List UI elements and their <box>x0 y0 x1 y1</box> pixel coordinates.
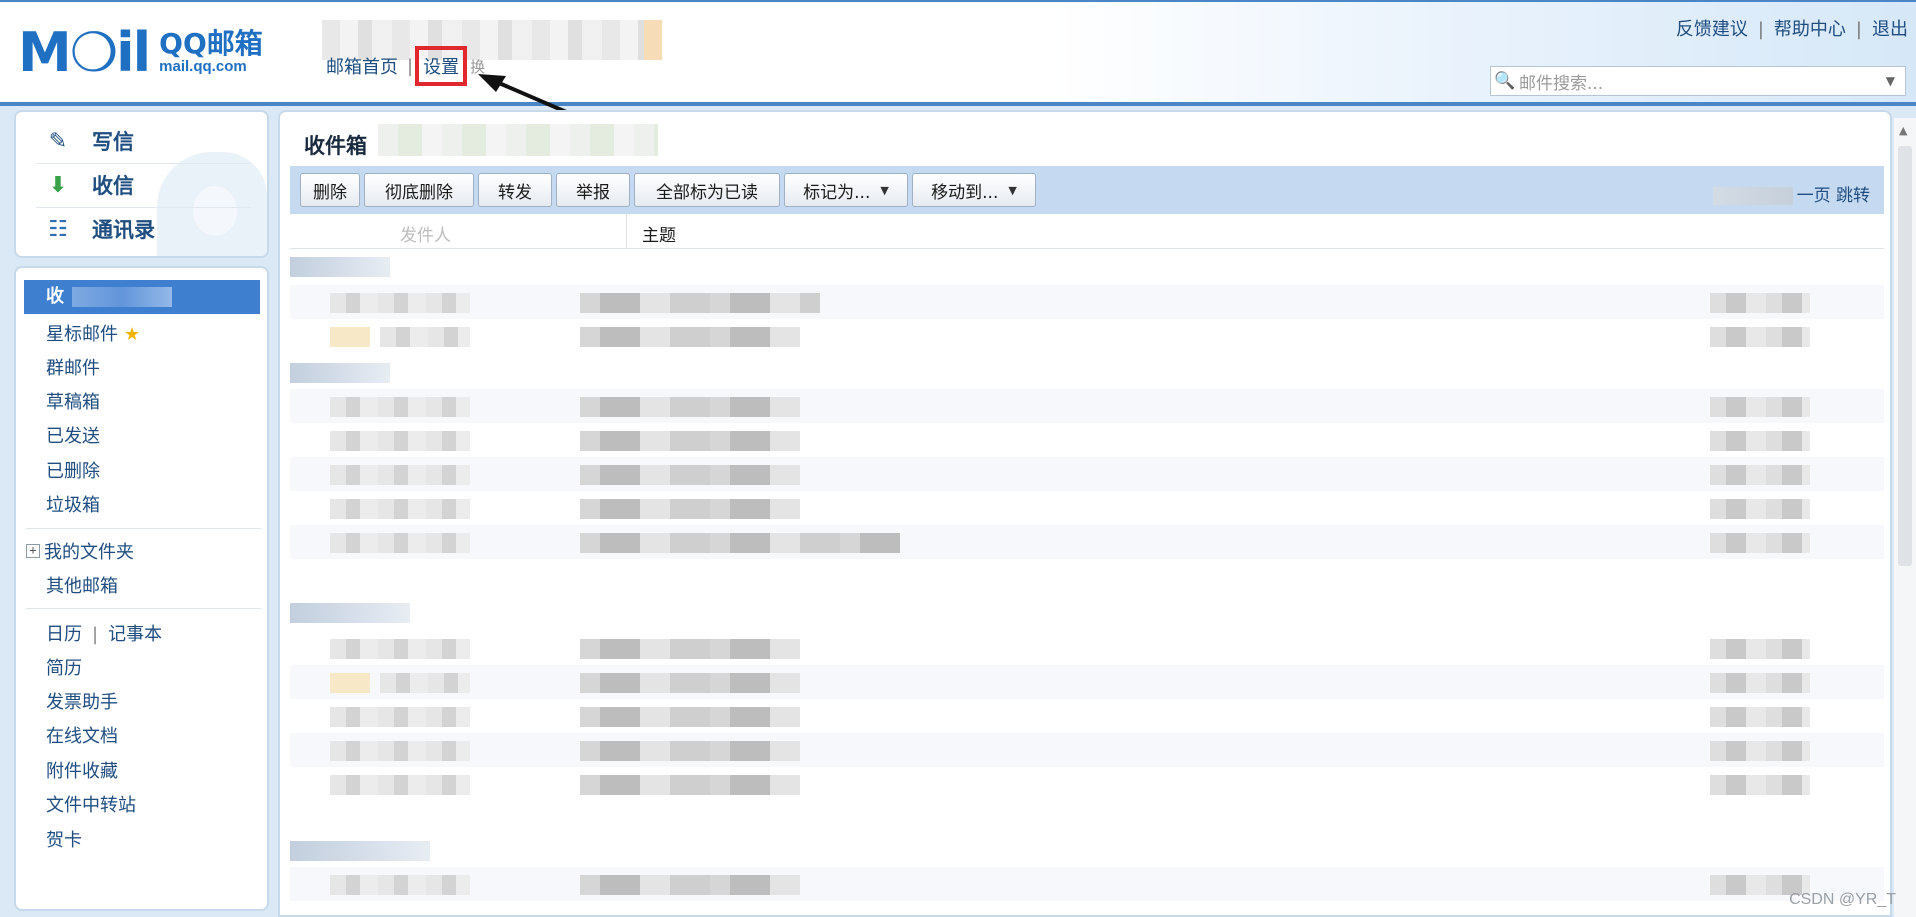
table-row[interactable] <box>290 389 1884 423</box>
table-row[interactable] <box>290 733 1884 767</box>
receive-mail-button[interactable]: ⬇ 收信 <box>42 170 134 200</box>
logo-title: QQ邮箱 <box>159 27 263 61</box>
attachment-favorites-link[interactable]: 附件收藏 <box>46 757 118 783</box>
folder-other-mailboxes[interactable]: 其他邮箱 <box>46 572 118 598</box>
search-placeholder: 邮件搜索... <box>1519 73 1604 94</box>
page-jump-link[interactable]: 一页 跳转 <box>1797 186 1870 206</box>
group-header <box>290 841 430 861</box>
mail-search-input[interactable]: 🔍 邮件搜索... ▼ <box>1490 66 1906 96</box>
caret-down-icon: ▼ <box>880 183 889 197</box>
mail-toolbar: 删除 彻底删除 转发 举报 全部标为已读 标记为... ▼ 移动到... ▼ 一页 … <box>290 166 1884 214</box>
mail-rows <box>290 249 1884 915</box>
top-header: M❍il QQ邮箱 mail.qq.com 邮箱首页 | 设置 换 反馈建议 | 帮… <box>0 0 1916 104</box>
mark-all-read-button[interactable]: 全部标为已读 <box>634 173 780 207</box>
header-divider <box>0 102 1916 106</box>
nav-skin[interactable]: 换 <box>470 56 485 77</box>
table-row[interactable] <box>290 491 1884 525</box>
caret-down-icon: ▼ <box>1008 183 1017 197</box>
tools-calendar-notes: 日历 | 记事本 <box>46 624 163 645</box>
pagination: 一页 跳转 <box>1712 181 1870 206</box>
table-row[interactable] <box>290 699 1884 733</box>
qq-mail-logo[interactable]: M❍il QQ邮箱 mail.qq.com <box>18 20 263 84</box>
notepad-link[interactable]: 记事本 <box>108 624 162 645</box>
logout-link[interactable]: 退出 <box>1872 19 1908 40</box>
calendar-link[interactable]: 日历 <box>46 624 82 645</box>
search-icon: 🔍 <box>1494 71 1516 91</box>
expand-icon[interactable]: + <box>26 544 40 558</box>
forward-button[interactable]: 转发 <box>478 173 552 207</box>
write-mail-button[interactable]: ✎ 写信 <box>42 126 134 156</box>
file-transfer-link[interactable]: 文件中转站 <box>46 791 136 817</box>
contacts-button[interactable]: ☷ 通讯录 <box>42 214 155 244</box>
nav-mailbox-home[interactable]: 邮箱首页 <box>326 53 398 79</box>
logo-url: mail.qq.com <box>159 57 247 75</box>
folder-sent[interactable]: 已发送 <box>46 422 100 448</box>
chevron-down-icon[interactable]: ▼ <box>1886 74 1895 88</box>
scroll-up-icon[interactable]: ▲ <box>1899 124 1907 137</box>
contact-card-icon: ☷ <box>48 216 68 242</box>
logo-mark: M❍il <box>18 20 151 84</box>
mark-as-dropdown[interactable]: 标记为... ▼ <box>784 173 908 207</box>
folder-list: 收 星标邮件 ★ 群邮件 草稿箱 已发送 已删除 垃圾箱 + 我的文件夹 其他邮箱 … <box>14 266 269 911</box>
mail-table-header: 发件人 主题 <box>290 214 1884 249</box>
page-title: 收件箱 <box>304 134 367 158</box>
mail-list-panel: 收件箱 删除 彻底删除 转发 举报 全部标为已读 标记为... ▼ 移动到... ▼… <box>278 110 1892 917</box>
top-nav: 邮箱首页 | 设置 换 <box>326 46 485 86</box>
move-to-dropdown[interactable]: 移动到... ▼ <box>912 173 1036 207</box>
folder-group[interactable]: 群邮件 <box>46 354 100 380</box>
top-links: 反馈建议 | 帮助中心 | 退出 <box>1675 19 1908 40</box>
table-row[interactable] <box>290 525 1884 559</box>
table-row[interactable] <box>290 285 1884 319</box>
table-row[interactable] <box>290 457 1884 491</box>
compose-panel: ✎ 写信 ⬇ 收信 ☷ 通讯录 <box>14 110 269 258</box>
table-row[interactable] <box>290 319 1884 353</box>
table-row[interactable] <box>290 867 1884 901</box>
pencil-icon: ✎ <box>48 128 68 154</box>
invoice-assistant-link[interactable]: 发票助手 <box>46 688 118 714</box>
column-subject[interactable]: 主题 <box>642 221 676 246</box>
feedback-link[interactable]: 反馈建议 <box>1676 19 1748 40</box>
report-button[interactable]: 举报 <box>556 173 630 207</box>
title-count-blurred <box>378 124 658 156</box>
folder-inbox[interactable]: 收 <box>24 280 260 314</box>
table-row[interactable] <box>290 423 1884 457</box>
star-icon: ★ <box>124 324 141 345</box>
folder-starred[interactable]: 星标邮件 ★ <box>46 320 140 346</box>
resume-link[interactable]: 简历 <box>46 654 82 680</box>
penguin-decoration <box>157 152 267 256</box>
folder-spam[interactable]: 垃圾箱 <box>46 491 100 517</box>
permanent-delete-button[interactable]: 彻底删除 <box>364 173 474 207</box>
nav-settings[interactable]: 设置 <box>415 46 468 86</box>
folder-deleted[interactable]: 已删除 <box>46 457 100 483</box>
delete-button[interactable]: 删除 <box>300 173 360 207</box>
table-row[interactable] <box>290 631 1884 665</box>
folder-my-folders[interactable]: + 我的文件夹 <box>26 538 134 564</box>
watermark: CSDN @YR_T <box>1789 891 1896 908</box>
table-row[interactable] <box>290 767 1884 801</box>
scrollbar-thumb[interactable] <box>1898 146 1912 566</box>
nav-separator: | <box>407 55 414 77</box>
table-row[interactable] <box>290 665 1884 699</box>
greeting-card-link[interactable]: 贺卡 <box>46 826 82 852</box>
online-docs-link[interactable]: 在线文档 <box>46 722 118 748</box>
group-header <box>290 363 390 383</box>
download-icon: ⬇ <box>48 172 68 198</box>
folder-drafts[interactable]: 草稿箱 <box>46 388 100 414</box>
vertical-scrollbar[interactable]: ▲ <box>1894 118 1916 917</box>
group-header <box>290 603 410 623</box>
group-header <box>290 257 390 277</box>
column-sender[interactable]: 发件人 <box>400 221 451 246</box>
help-center-link[interactable]: 帮助中心 <box>1774 19 1846 40</box>
